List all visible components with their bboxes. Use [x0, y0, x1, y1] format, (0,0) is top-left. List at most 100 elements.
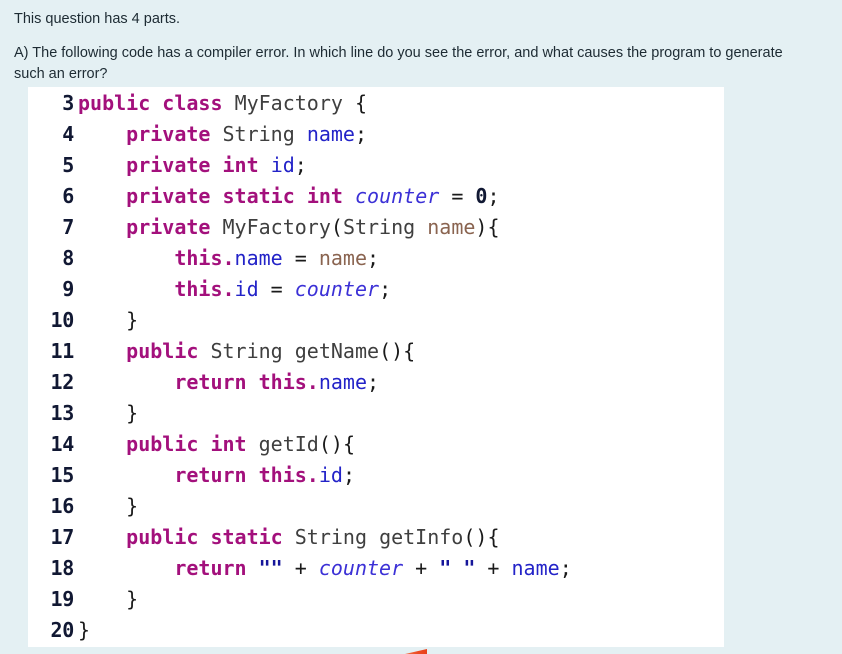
- code-token: .: [306, 370, 319, 394]
- code-token: +: [282, 556, 319, 580]
- code-token: MyFactory: [222, 215, 331, 239]
- code-token: ;: [294, 153, 307, 177]
- code-token: ;: [367, 246, 380, 270]
- code-line-content: this.name = name;: [74, 246, 379, 270]
- code-token: public: [126, 432, 199, 456]
- code-token: int: [210, 432, 247, 456]
- code-token: name: [511, 556, 560, 580]
- code-token: return: [174, 370, 247, 394]
- line-number: 14: [50, 432, 75, 456]
- code-line-content: public String getName(){: [74, 339, 415, 363]
- code-token: .: [222, 277, 235, 301]
- line-number: 16: [50, 494, 75, 518]
- code-token: private: [126, 215, 211, 239]
- code-token: .: [306, 463, 319, 487]
- code-line-content: return this.id;: [74, 463, 355, 487]
- code-token: counter: [294, 277, 380, 301]
- code-line: 6 private static int counter = 0;: [28, 181, 724, 212]
- code-token: (){: [463, 525, 500, 549]
- code-line-content: private String name;: [74, 122, 367, 146]
- code-token: String: [210, 339, 283, 363]
- code-token: ;: [379, 277, 392, 301]
- code-line: 9 this.id = counter;: [28, 274, 724, 305]
- line-number: 20: [50, 618, 75, 642]
- code-line-content: this.id = counter;: [74, 277, 391, 301]
- code-token: " ": [439, 556, 476, 580]
- code-token: class: [162, 91, 223, 115]
- code-line: 5 private int id;: [28, 150, 724, 181]
- orange-cursor-marker: [405, 649, 427, 654]
- code-token: +: [475, 556, 512, 580]
- code-line-content: return this.name;: [74, 370, 379, 394]
- code-line: 3 public class MyFactory {: [28, 88, 724, 119]
- code-token: String: [222, 122, 295, 146]
- code-token: counter: [354, 184, 440, 208]
- code-line-content: }: [74, 587, 138, 611]
- code-line-content: private MyFactory(String name){: [74, 215, 500, 239]
- line-number: 8: [62, 246, 74, 270]
- line-number: 15: [50, 463, 75, 487]
- line-number: 11: [50, 339, 75, 363]
- code-line-content: public int getId(){: [74, 432, 355, 456]
- code-token: }: [78, 401, 139, 425]
- line-number: 18: [50, 556, 75, 580]
- code-block[interactable]: 3 public class MyFactory {4 private Strin…: [28, 87, 724, 647]
- code-token: return: [174, 463, 247, 487]
- code-line: 11 public String getName(){: [28, 336, 724, 367]
- code-token: static: [222, 184, 295, 208]
- question-block: This question has 4 parts. A) The follow…: [0, 0, 842, 85]
- code-token: }: [78, 618, 91, 642]
- code-token: this: [258, 463, 307, 487]
- line-number: 10: [50, 308, 75, 332]
- code-token: ;: [354, 122, 368, 146]
- code-token: name: [427, 215, 476, 239]
- code-token: this: [174, 246, 223, 270]
- line-number: 12: [50, 370, 75, 394]
- code-token: public: [78, 91, 151, 115]
- code-line-content: public static String getInfo(){: [74, 525, 499, 549]
- code-line: 10 }: [28, 305, 724, 336]
- code-token: private: [126, 122, 211, 146]
- code-token: public: [126, 525, 199, 549]
- code-token: ;: [559, 556, 572, 580]
- code-token: getInfo: [379, 525, 464, 549]
- code-token: }: [78, 308, 139, 332]
- code-token: getId: [258, 432, 319, 456]
- line-number: 19: [50, 587, 75, 611]
- code-token: this: [258, 370, 307, 394]
- code-token: ){: [475, 215, 500, 239]
- code-token: {: [342, 91, 368, 115]
- code-token: int: [222, 153, 259, 177]
- code-token: name: [306, 122, 355, 146]
- line-number: 13: [50, 401, 75, 425]
- code-token: String: [342, 215, 416, 239]
- code-token: (){: [318, 432, 355, 456]
- question-intro-text: This question has 4 parts.: [14, 11, 181, 27]
- code-token: this: [174, 277, 223, 301]
- code-token: public: [126, 339, 199, 363]
- line-number: 9: [62, 277, 74, 301]
- code-token: }: [78, 494, 139, 518]
